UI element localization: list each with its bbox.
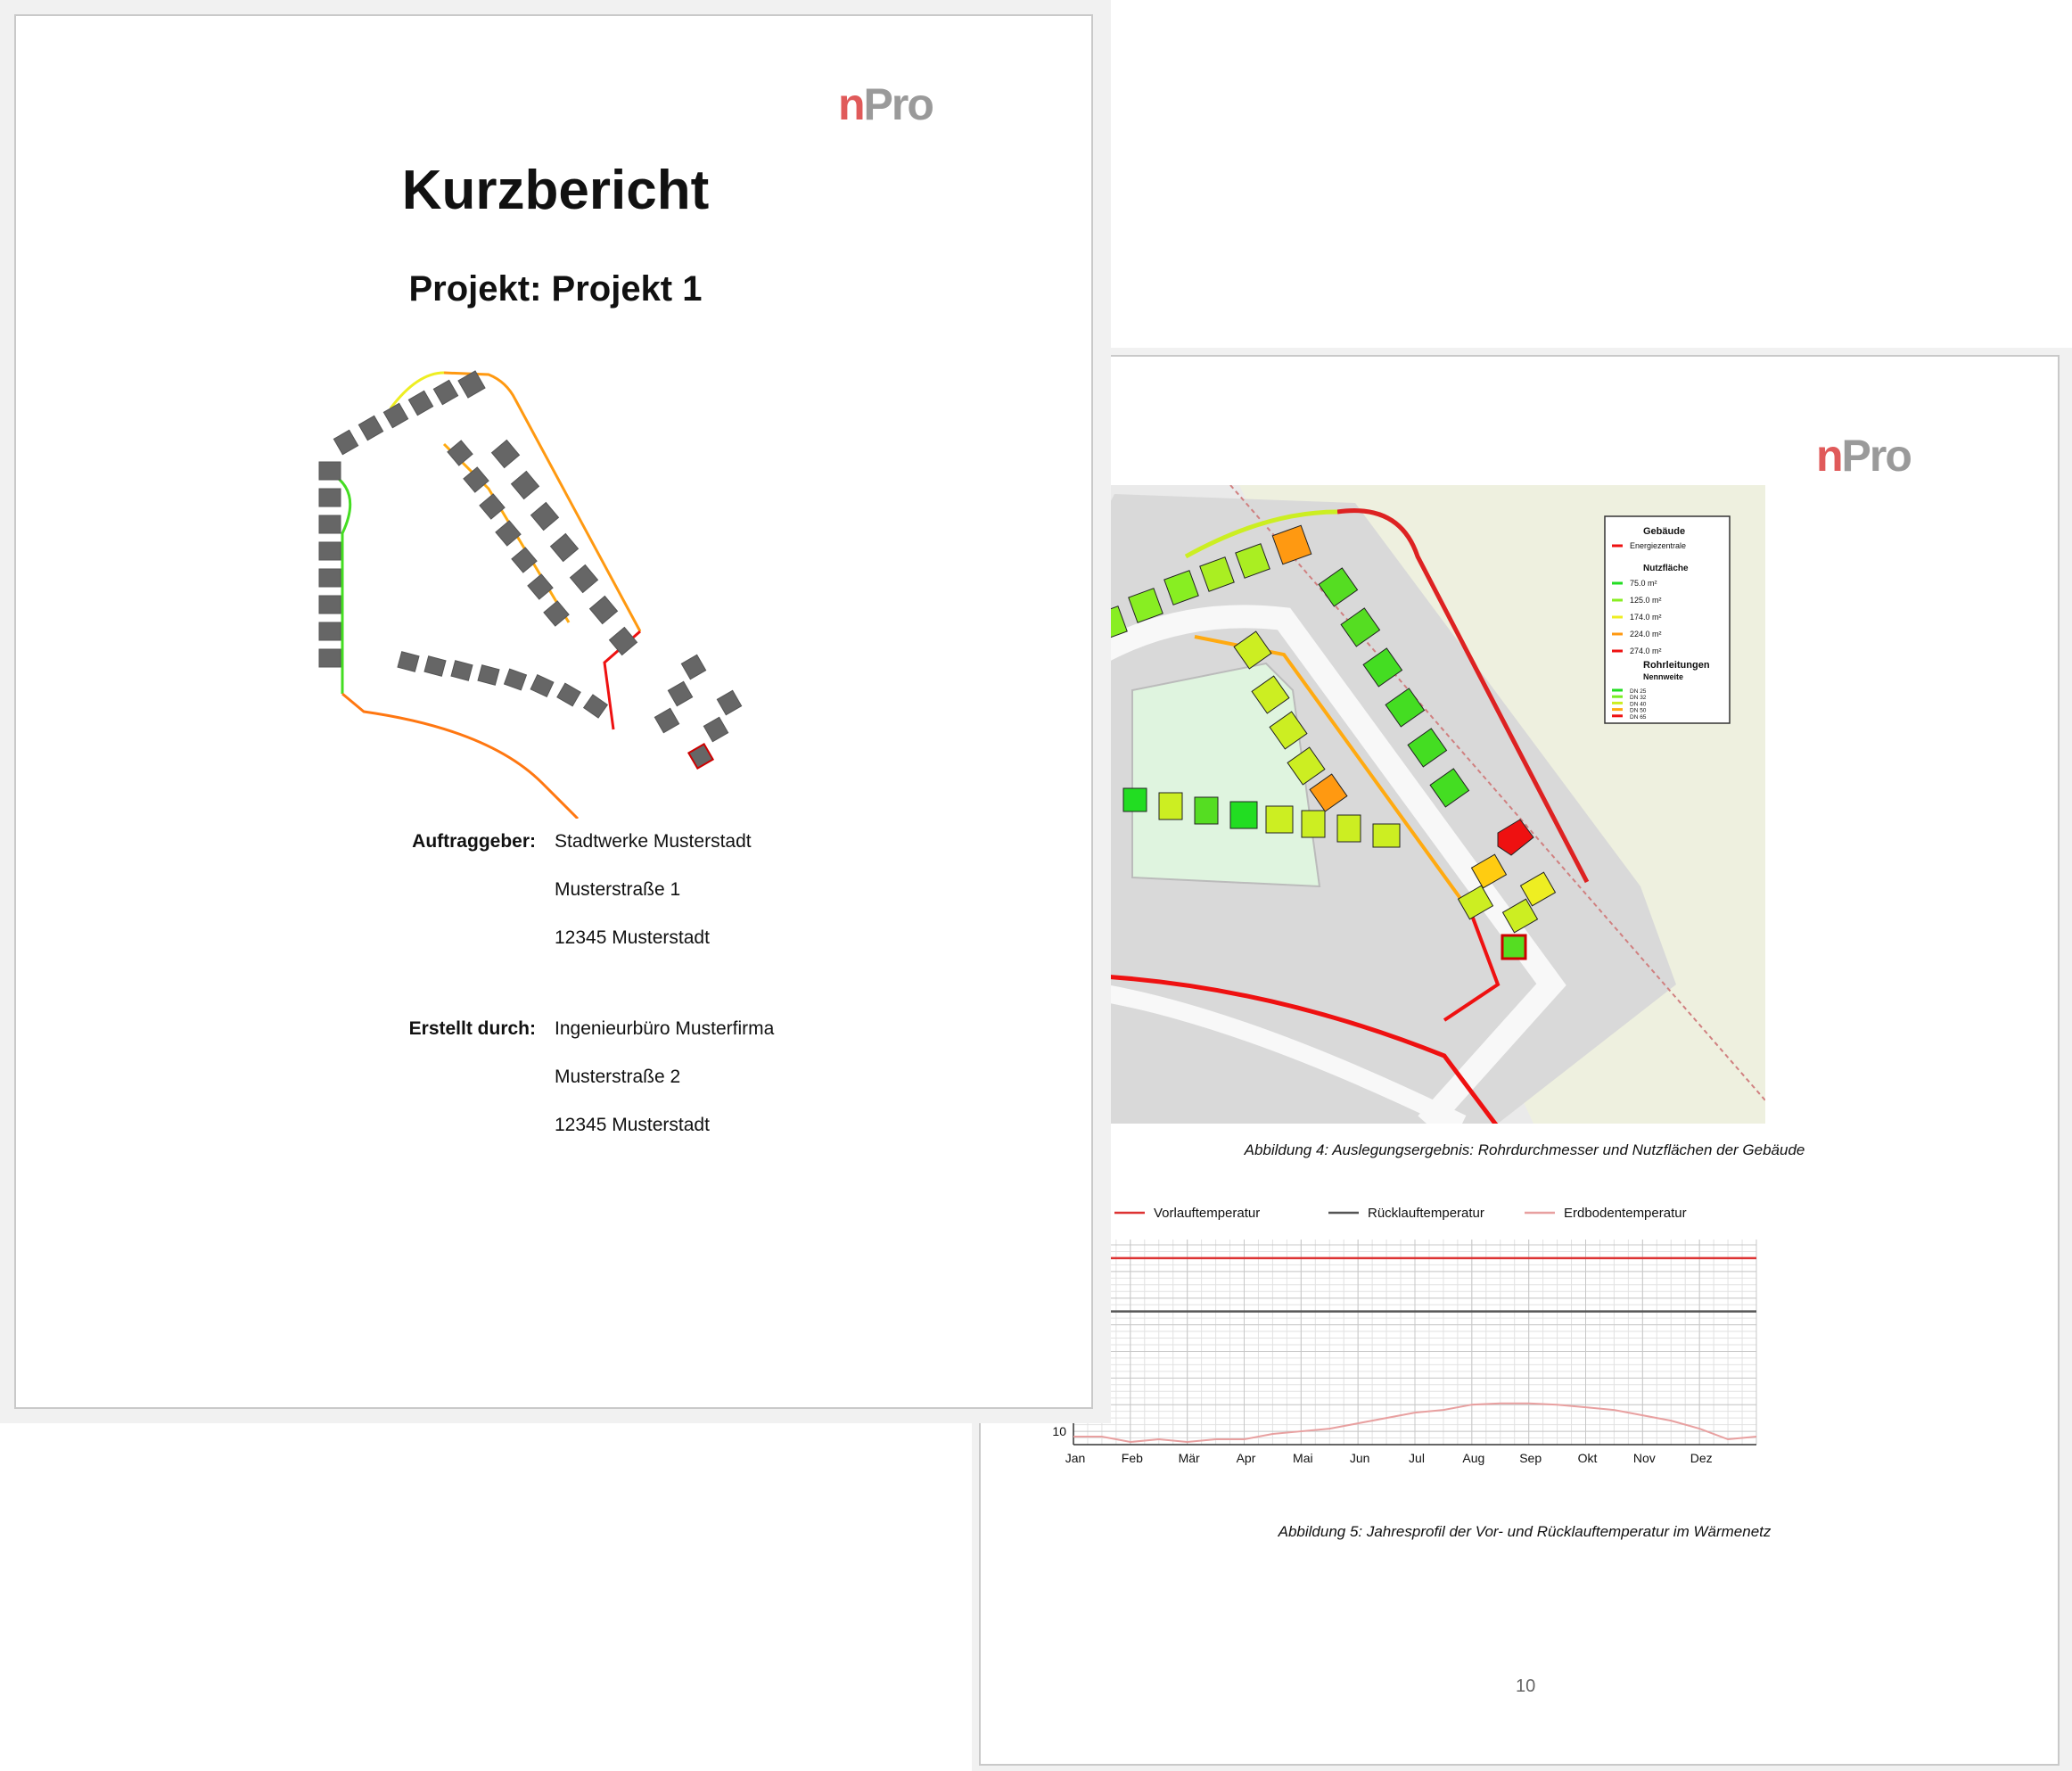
figure5-caption: Abbildung 5: Jahresprofil der Vor- und R… <box>1278 1523 1772 1540</box>
legend-pipes-title: Rohrleitungen <box>1643 660 1710 671</box>
legend-area-label: 174.0 m² <box>1630 613 1662 622</box>
legend-pipe-label: DN 65 <box>1630 714 1647 721</box>
npro-logo: nPro <box>838 78 934 130</box>
network-overview-sketch <box>318 370 743 819</box>
report-page: nPro Gebäude Energiezentrale Nutzfläche … <box>979 355 2060 1766</box>
x-tick-label: Mär <box>1179 1451 1200 1465</box>
figure4-caption: Abbildung 4: Auslegungsergebnis: Rohrdur… <box>1244 1141 1805 1158</box>
x-tick-label: Aug <box>1462 1451 1484 1465</box>
x-tick-label: Sep <box>1519 1451 1542 1465</box>
legend-area-label: 125.0 m² <box>1630 596 1662 605</box>
legend-label: Erdbodentemperatur <box>1564 1206 1687 1221</box>
x-tick-label: Apr <box>1237 1451 1256 1465</box>
author-line-1: Ingenieurbüro Musterfirma <box>555 1018 775 1039</box>
x-tick-label: Dez <box>1690 1451 1713 1465</box>
logo-n: n <box>838 79 866 129</box>
cover-page: nPro Kurzbericht Projekt: Projekt 1 Auft… <box>14 14 1093 1409</box>
x-tick-label: Jul <box>1409 1451 1425 1465</box>
client-line-2: Musterstraße 1 <box>555 879 681 900</box>
legend-area-title: Nutzfläche <box>1643 564 1689 573</box>
district-heating-map: Gebäude Energiezentrale Nutzfläche 75.0 … <box>999 485 1765 1124</box>
client-line-1: Stadtwerke Musterstadt <box>555 831 752 852</box>
x-tick-label: Jan <box>1065 1451 1086 1465</box>
author-line-2: Musterstraße 2 <box>555 1067 681 1087</box>
report-title: Kurzbericht <box>401 160 710 221</box>
project-subtitle: Projekt: Projekt 1 <box>408 269 703 309</box>
legend-area-label: 75.0 m² <box>1630 579 1657 588</box>
page-number: 10 <box>1516 1676 1536 1696</box>
legend-buildings-title: Gebäude <box>1643 526 1685 537</box>
y-tick-label: 10 <box>1052 1424 1066 1438</box>
x-tick-label: Feb <box>1122 1451 1143 1465</box>
author-line-3: 12345 Musterstadt <box>555 1115 710 1135</box>
author-label: Erstellt durch: <box>408 1018 536 1039</box>
client-line-3: 12345 Musterstadt <box>555 927 710 948</box>
legend-pipe-label: DN 40 <box>1630 701 1647 707</box>
logo-n: n <box>1816 431 1844 481</box>
map-legend: Gebäude Energiezentrale Nutzfläche 75.0 … <box>1604 515 1731 724</box>
x-tick-label: Jun <box>1350 1451 1370 1465</box>
legend-pipes-subtitle: Nennweite <box>1643 672 1683 681</box>
logo-pro: Pro <box>863 79 934 129</box>
legend-pipe-label: DN 25 <box>1630 688 1647 695</box>
x-tick-label: Okt <box>1578 1451 1598 1465</box>
logo-pro: Pro <box>1841 431 1912 481</box>
x-tick-label: Nov <box>1633 1451 1656 1465</box>
x-tick-label: Mai <box>1293 1451 1313 1465</box>
client-label: Auftraggeber: <box>412 831 536 852</box>
legend-pipe-label: DN 50 <box>1630 708 1647 714</box>
npro-logo: nPro <box>1816 430 1912 482</box>
legend-label: Rücklauftemperatur <box>1368 1206 1484 1221</box>
legend-energy-center: Energiezentrale <box>1630 541 1686 550</box>
report-page-frame: nPro Gebäude Energiezentrale Nutzfläche … <box>972 348 2072 1771</box>
legend-area-label: 274.0 m² <box>1630 647 1662 655</box>
legend-pipe-label: DN 32 <box>1630 695 1647 701</box>
legend-label: Vorlauftemperatur <box>1154 1206 1260 1221</box>
temperature-chart: 1020304050607080JanFebMärAprMaiJunJulAug… <box>1017 1206 1757 1465</box>
legend-area-label: 224.0 m² <box>1630 630 1662 638</box>
